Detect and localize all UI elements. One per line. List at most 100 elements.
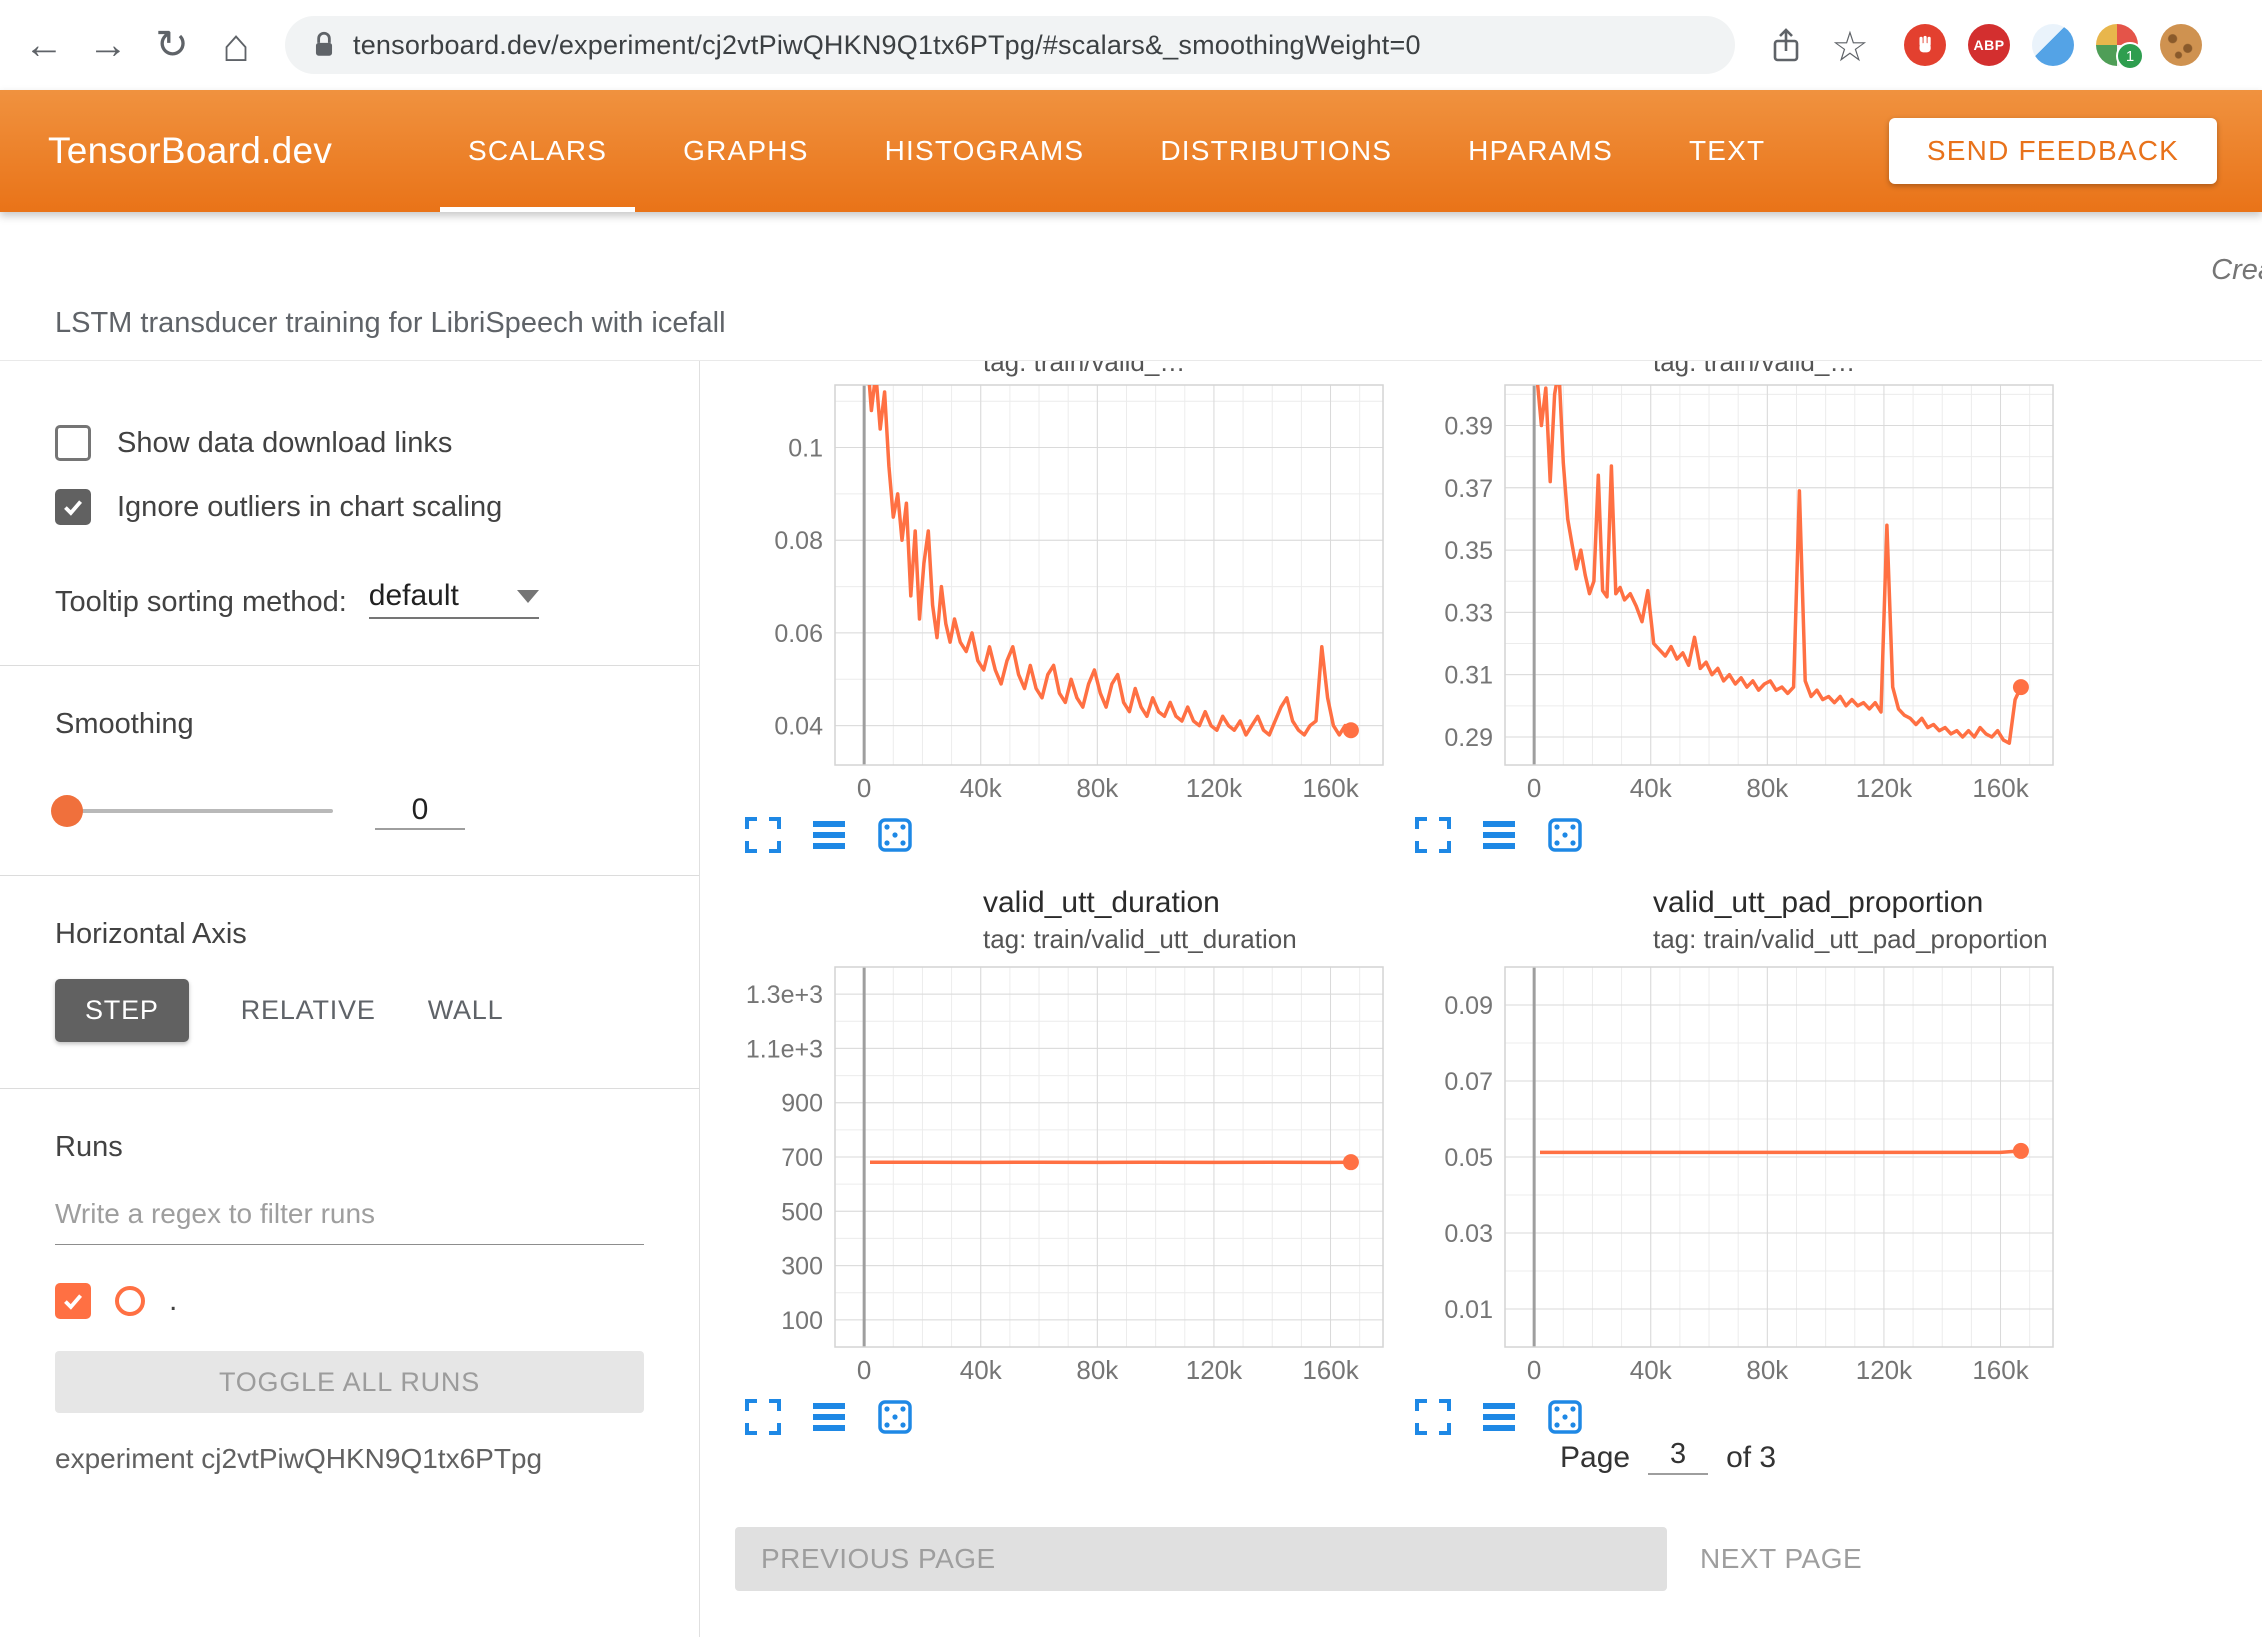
fit-domain-icon[interactable] [875,815,915,855]
tooltip-sorting-label: Tooltip sorting method: [55,586,347,619]
cookie-extension-icon[interactable] [2160,24,2202,66]
svg-text:0.33: 0.33 [1444,599,1493,627]
axis-wall-button[interactable]: WALL [428,995,504,1026]
fullscreen-icon[interactable] [743,1397,783,1437]
subheader: Crea LSTM transducer training for LibriS… [0,212,2262,360]
run-name: . [169,1284,177,1318]
fullscreen-icon[interactable] [1413,1397,1453,1437]
profile-avatar[interactable]: 1 [2096,24,2138,66]
svg-text:0.07: 0.07 [1444,1068,1493,1096]
fullscreen-icon[interactable] [1413,815,1453,855]
run-checkbox[interactable] [55,1283,91,1319]
runs-filter-input[interactable] [55,1190,644,1245]
send-feedback-button[interactable]: SEND FEEDBACK [1889,118,2217,184]
fit-domain-icon[interactable] [1545,1397,1585,1437]
svg-text:1.3e+3: 1.3e+3 [746,981,823,1009]
svg-text:0: 0 [1527,1355,1541,1385]
axis-relative-button[interactable]: RELATIVE [241,995,376,1026]
svg-text:80k: 80k [1746,773,1789,803]
show-download-links-row: Show data download links [55,423,644,463]
show-download-links-label: Show data download links [117,427,452,460]
svg-text:40k: 40k [960,773,1003,803]
nav-tabs: SCALARS GRAPHS HISTOGRAMS DISTRIBUTIONS … [430,90,1803,212]
line-chart[interactable]: 040k80k120k160k0.040.060.080.1 [735,379,1395,809]
bookmark-star-icon[interactable]: ☆ [1826,22,1874,70]
adblock-extension-icon[interactable] [1904,24,1946,66]
tab-histograms[interactable]: HISTOGRAMS [847,90,1123,212]
notification-badge: 1 [2116,42,2144,70]
svg-text:160k: 160k [1302,1355,1359,1385]
svg-text:0: 0 [1527,773,1541,803]
previous-page-button[interactable]: PREVIOUS PAGE [735,1527,1667,1591]
blue-extension-icon[interactable] [2032,24,2074,66]
reload-icon[interactable]: ↻ [142,0,202,90]
pagination: Page of 3 [1560,1437,1776,1475]
ignore-outliers-label: Ignore outliers in chart scaling [117,491,502,524]
svg-text:0.01: 0.01 [1444,1296,1493,1324]
horizontal-axis-heading: Horizontal Axis [55,918,644,951]
divider [0,875,699,876]
tab-text[interactable]: TEXT [1651,90,1803,212]
divider [0,665,699,666]
svg-text:80k: 80k [1076,1355,1119,1385]
svg-text:0.06: 0.06 [774,620,823,648]
back-icon[interactable]: ← [14,0,74,90]
chart-toolbar [1413,815,2065,855]
home-icon[interactable]: ⌂ [206,0,266,90]
clipped-right-text: Crea [2211,254,2262,287]
fit-domain-icon[interactable] [875,1397,915,1437]
page-label: Page [1560,1441,1630,1475]
url-bar[interactable]: tensorboard.dev/experiment/cj2vtPiwQHKN9… [285,16,1735,74]
scalar-chart-card: tag: train/valid_… 040k80k120k160k0.040.… [735,361,1395,855]
data-table-icon[interactable] [809,815,849,855]
app-logo[interactable]: TensorBoard.dev [48,90,332,212]
ignore-outliers-row: Ignore outliers in chart scaling [55,487,644,527]
run-color-swatch [115,1286,145,1316]
svg-text:0.05: 0.05 [1444,1144,1493,1172]
smoothing-slider-thumb[interactable] [51,795,83,827]
run-row: . [55,1279,644,1323]
fit-domain-icon[interactable] [1545,815,1585,855]
chart-title: valid_utt_pad_proportion [1653,885,2065,921]
tab-hparams[interactable]: HPARAMS [1430,90,1651,212]
experiment-id-label: experiment cj2vtPiwQHKN9Q1tx6PTpg [55,1443,644,1475]
fullscreen-icon[interactable] [743,815,783,855]
line-chart[interactable]: 040k80k120k160k0.290.310.330.350.370.39 [1405,379,2065,809]
page-number-input[interactable] [1648,1437,1708,1475]
tab-scalars[interactable]: SCALARS [430,90,645,212]
svg-text:500: 500 [781,1198,823,1226]
data-table-icon[interactable] [1479,1397,1519,1437]
svg-text:0.03: 0.03 [1444,1220,1493,1248]
data-table-icon[interactable] [1479,815,1519,855]
show-download-links-checkbox[interactable] [55,425,91,461]
svg-text:700: 700 [781,1144,823,1172]
next-page-button[interactable]: NEXT PAGE [1700,1527,1862,1591]
svg-text:40k: 40k [1630,773,1673,803]
forward-icon[interactable]: → [78,0,138,90]
svg-text:0: 0 [857,773,871,803]
data-table-icon[interactable] [809,1397,849,1437]
svg-text:160k: 160k [1972,1355,2029,1385]
lock-icon [311,30,337,60]
svg-text:300: 300 [781,1253,823,1281]
divider [0,1088,699,1089]
svg-text:0.29: 0.29 [1444,724,1493,752]
tooltip-sorting-value: default [369,579,459,613]
tooltip-sorting-row: Tooltip sorting method: default [55,575,644,619]
svg-text:0.09: 0.09 [1444,992,1493,1020]
toggle-all-runs-button[interactable]: TOGGLE ALL RUNS [55,1351,644,1413]
ignore-outliers-checkbox[interactable] [55,489,91,525]
smoothing-value-input[interactable] [375,792,465,830]
svg-text:120k: 120k [1856,773,1913,803]
content-area: Show data download links Ignore outliers… [0,360,2262,1637]
tab-distributions[interactable]: DISTRIBUTIONS [1122,90,1430,212]
tooltip-sorting-select[interactable]: default [369,579,539,619]
tab-graphs[interactable]: GRAPHS [645,90,846,212]
axis-step-button[interactable]: STEP [55,979,189,1042]
smoothing-slider[interactable] [55,809,333,813]
line-chart[interactable]: 040k80k120k160k1003005007009001.1e+31.3e… [735,961,1395,1391]
abp-extension-icon[interactable]: ABP [1968,24,2010,66]
share-icon[interactable] [1762,22,1810,70]
line-chart[interactable]: 040k80k120k160k0.010.030.050.070.09 [1405,961,2065,1391]
svg-text:40k: 40k [1630,1355,1673,1385]
